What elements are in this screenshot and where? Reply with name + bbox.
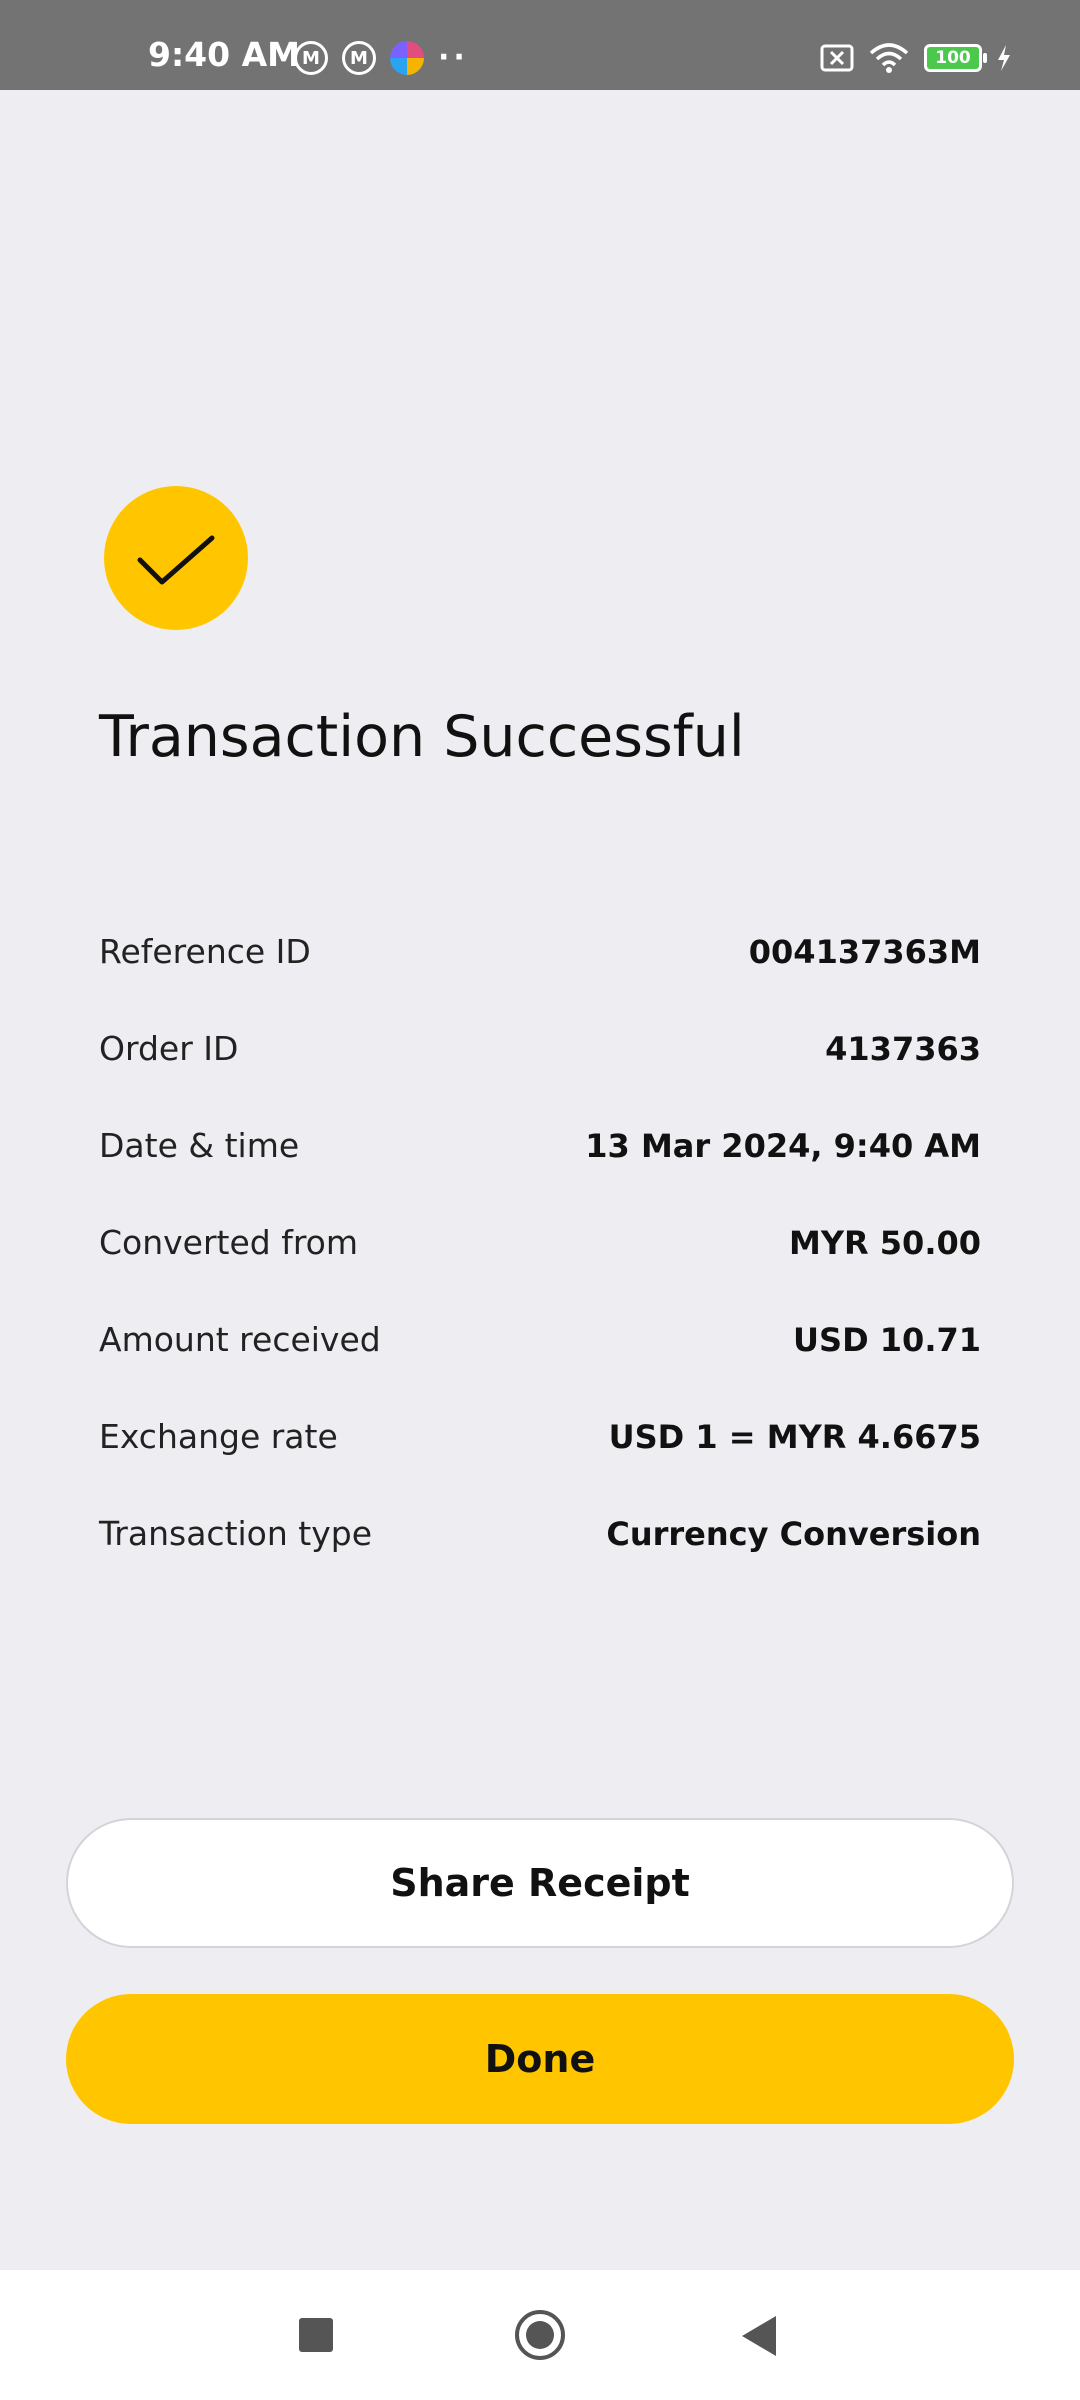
notification-icons: M M ·· [294,41,469,75]
detail-row-date-time: Date & time 13 Mar 2024, 9:40 AM [99,1097,981,1194]
detail-label: Order ID [99,1029,239,1068]
m-app-icon: M [342,41,376,75]
status-time: 9:40 AM [148,35,300,74]
detail-label: Converted from [99,1223,359,1262]
detail-row-exchange-rate: Exchange rate USD 1 = MYR 4.6675 [99,1388,981,1485]
detail-label: Date & time [99,1126,300,1165]
system-icons: 100 [820,42,1012,74]
detail-label: Transaction type [99,1514,372,1553]
detail-value: USD 1 = MYR 4.6675 [608,1417,981,1456]
detail-value: MYR 50.00 [788,1223,981,1262]
success-badge [104,486,248,630]
navigation-bar [0,2270,1080,2400]
check-icon [137,535,215,585]
charging-icon [998,45,1010,71]
color-app-icon [390,41,424,75]
done-button[interactable]: Done [66,1994,1014,2124]
more-notifications-icon: ·· [438,40,469,75]
back-icon[interactable] [742,2316,776,2356]
page-title: Transaction Successful [99,704,745,770]
detail-value: 13 Mar 2024, 9:40 AM [585,1126,981,1165]
detail-row-converted-from: Converted from MYR 50.00 [99,1194,981,1291]
detail-value: 4137363 [825,1029,981,1068]
detail-value: Currency Conversion [606,1514,981,1553]
recent-apps-icon[interactable] [299,2318,333,2352]
battery-icon: 100 [924,44,987,72]
detail-label: Amount received [99,1320,381,1359]
detail-label: Reference ID [99,932,311,971]
detail-row-reference-id: Reference ID 004137363M [99,903,981,1000]
detail-row-order-id: Order ID 4137363 [99,1000,981,1097]
sim-off-icon [820,44,854,72]
detail-value: USD 10.71 [793,1320,981,1359]
wifi-icon [869,43,909,73]
m-app-icon: M [294,41,328,75]
status-bar: 9:40 AM M M ·· 100 [0,0,1080,90]
detail-row-transaction-type: Transaction type Currency Conversion [99,1485,981,1582]
home-icon[interactable] [515,2310,565,2360]
detail-label: Exchange rate [99,1417,338,1456]
detail-row-amount-received: Amount received USD 10.71 [99,1291,981,1388]
detail-value: 004137363M [748,932,981,971]
transaction-details: Reference ID 004137363M Order ID 4137363… [99,903,981,1582]
share-receipt-button[interactable]: Share Receipt [66,1818,1014,1948]
